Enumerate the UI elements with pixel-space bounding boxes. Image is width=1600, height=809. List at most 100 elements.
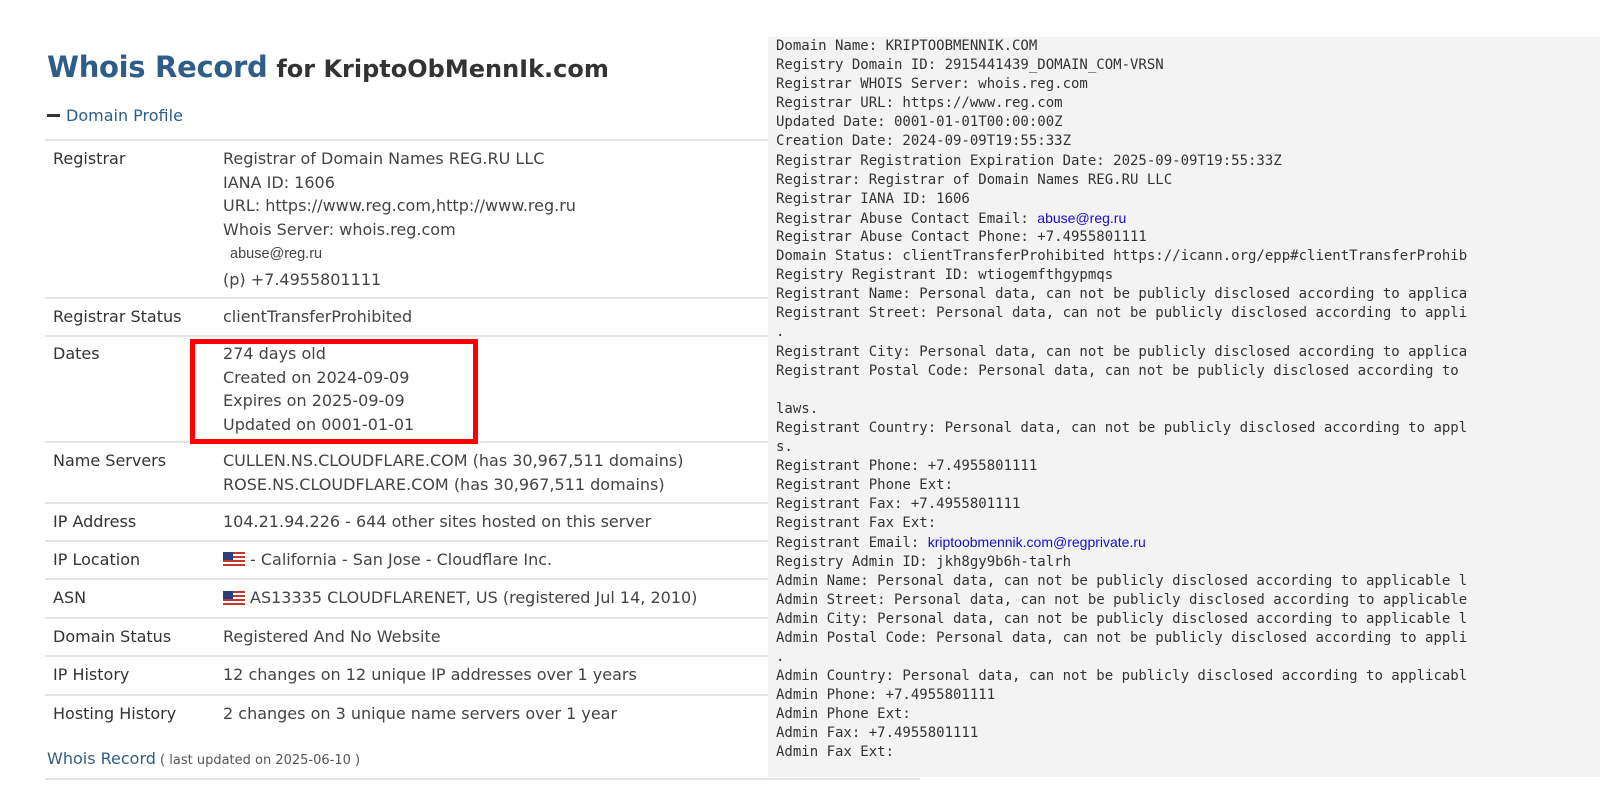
raw-whois-line-text: Registrant Postal Code: Personal data, c… bbox=[776, 362, 1459, 379]
whois-record-link[interactable]: Whois Record bbox=[47, 749, 156, 768]
ip-location-text: - California - San Jose - Cloudflare Inc… bbox=[250, 549, 553, 569]
last-updated-note: ( last updated on 2025-06-10 ) bbox=[155, 753, 361, 768]
raw-whois-line: Admin Country: Personal data, can not be… bbox=[776, 667, 1600, 686]
raw-whois-line: Registrant Fax: +7.4955801111 bbox=[776, 495, 1600, 514]
raw-whois-line: Admin Street: Personal data, can not be … bbox=[776, 591, 1600, 610]
raw-whois-line-text: Registrar Registration Expiration Date: … bbox=[776, 152, 1282, 169]
raw-whois-line: . bbox=[776, 323, 1600, 342]
raw-whois-line-text: Admin Fax: +7.4955801111 bbox=[776, 725, 979, 742]
raw-whois-line-text: Registry Registrant ID: wtiogemfthgypmqs bbox=[776, 267, 1114, 284]
raw-whois-line: Registry Domain ID: 2915441439_DOMAIN_CO… bbox=[776, 56, 1600, 75]
raw-whois-line: Admin Phone: +7.4955801111 bbox=[776, 686, 1600, 705]
page-title-domain: for KriptoObMennIk.com bbox=[276, 55, 609, 83]
raw-whois-line-text: Registrar Abuse Contact Email: bbox=[776, 210, 1038, 227]
name-server-2: ROSE.NS.CLOUDFLARE.COM (has 30,967,511 d… bbox=[223, 474, 665, 494]
flag-icon bbox=[223, 552, 245, 567]
row-value: Registered And No Website bbox=[223, 626, 441, 646]
row-registrar-status: Registrar Status clientTransferProhibite… bbox=[45, 299, 770, 337]
row-label: IP Address bbox=[53, 512, 137, 531]
raw-whois-line: Registrant Postal Code: Personal data, c… bbox=[776, 362, 1600, 381]
page-title: Whois Record for KriptoObMennIk.com bbox=[47, 48, 609, 85]
raw-whois-line: Registrar: Registrar of Domain Names REG… bbox=[776, 171, 1600, 190]
asn-text: AS13335 CLOUDFLARENET, US (registered Ju… bbox=[250, 588, 698, 607]
registrar-abuse-email: abuse@reg.ru bbox=[230, 246, 323, 262]
raw-whois-line: Registrant City: Personal data, can not … bbox=[776, 343, 1600, 362]
raw-whois-line: Admin Postal Code: Personal data, can no… bbox=[776, 629, 1600, 648]
raw-whois-line-text: Domain Status: clientTransferProhibited … bbox=[776, 248, 1468, 265]
row-value: 2 changes on 3 unique name servers over … bbox=[223, 703, 618, 723]
raw-whois-line bbox=[776, 381, 1600, 400]
row-label: IP History bbox=[53, 665, 130, 684]
raw-whois-line-text: Registrant Fax Ext: bbox=[776, 515, 937, 532]
page-title-main: Whois Record bbox=[47, 50, 268, 84]
raw-whois-line: Registry Registrant ID: wtiogemfthgypmqs bbox=[776, 266, 1600, 285]
raw-whois-line: Registrant Street: Personal data, can no… bbox=[776, 304, 1600, 323]
row-value: Registrar of Domain Names REG.RU LLC IAN… bbox=[223, 147, 770, 292]
row-label: Name Servers bbox=[53, 451, 167, 470]
raw-whois-line-text: Registrant Phone Ext: bbox=[776, 477, 954, 494]
raw-whois-line-text: s. bbox=[776, 438, 793, 455]
raw-whois-line: Admin Phone Ext: bbox=[776, 705, 1600, 724]
raw-whois-line-text: laws. bbox=[776, 400, 819, 417]
raw-whois-line-text: Admin Phone Ext: bbox=[776, 706, 911, 723]
raw-whois-line-text: Admin Phone: +7.4955801111 bbox=[776, 687, 996, 704]
row-label: Hosting History bbox=[53, 703, 177, 723]
raw-whois-line: s. bbox=[776, 438, 1600, 457]
raw-whois-line-text: Updated Date: 0001-01-01T00:00:00Z bbox=[776, 114, 1063, 131]
raw-whois-line-text: . bbox=[776, 324, 785, 341]
raw-whois-line: Registrar WHOIS Server: whois.reg.com bbox=[776, 75, 1600, 94]
raw-whois-line: Creation Date: 2024-09-09T19:55:33Z bbox=[776, 132, 1600, 151]
row-name-servers: Name Servers CULLEN.NS.CLOUDFLARE.COM (h… bbox=[45, 443, 770, 504]
raw-whois-line-text: Domain Name: KRIPTOOBMENNIK.COM bbox=[776, 38, 1038, 54]
raw-whois-line-text: Registrant Email: bbox=[776, 535, 928, 552]
raw-whois-line: Updated Date: 0001-01-01T00:00:00Z bbox=[776, 113, 1600, 132]
raw-whois-line-text: Admin Fax Ext: bbox=[776, 744, 895, 761]
raw-whois-line: Registrar Registration Expiration Date: … bbox=[776, 152, 1600, 171]
raw-whois-line: Registrar Abuse Contact Phone: +7.495580… bbox=[776, 228, 1600, 247]
raw-whois-line-text: Creation Date: 2024-09-09T19:55:33Z bbox=[776, 133, 1072, 150]
raw-whois-line: Registrant Email: kriptoobmennik.com@reg… bbox=[776, 533, 1600, 552]
domain-profile-panel: Whois Record for KriptoObMennIk.com Doma… bbox=[0, 0, 770, 809]
raw-whois-line: Admin City: Personal data, can not be pu… bbox=[776, 610, 1600, 629]
raw-whois-line-text: Admin Country: Personal data, can not be… bbox=[776, 668, 1468, 685]
row-label: Domain Status bbox=[53, 626, 172, 646]
raw-whois-line-text: Registrant Name: Personal data, can not … bbox=[776, 286, 1468, 303]
raw-whois-line: Registrant Phone Ext: bbox=[776, 476, 1600, 495]
row-ip-history: IP History 12 changes on 12 unique IP ad… bbox=[45, 657, 770, 696]
raw-whois-line: Admin Name: Personal data, can not be pu… bbox=[776, 572, 1600, 591]
raw-whois-line-text: Registrar URL: https://www.reg.com bbox=[776, 95, 1063, 112]
raw-whois-line-text: Registrar: Registrar of Domain Names REG… bbox=[776, 171, 1173, 188]
email-link[interactable]: abuse@reg.ru bbox=[1037, 210, 1126, 226]
registrar-whois-server: Whois Server: whois.reg.com bbox=[223, 219, 456, 239]
domain-profile-toggle[interactable]: Domain Profile bbox=[47, 106, 183, 125]
row-label: ASN bbox=[53, 588, 87, 607]
row-registrar: Registrar Registrar of Domain Names REG.… bbox=[45, 141, 770, 299]
raw-whois-line-text: Registrant Street: Personal data, can no… bbox=[776, 305, 1468, 322]
raw-whois-line-text: Registry Admin ID: jkh8gy9b6h-talrh bbox=[776, 553, 1072, 570]
raw-whois-line: Registrar URL: https://www.reg.com bbox=[776, 94, 1600, 113]
raw-whois-line-text: Registrant Country: Personal data, can n… bbox=[776, 419, 1468, 436]
raw-whois-line-text: Registrant Phone: +7.4955801111 bbox=[776, 458, 1038, 475]
raw-whois-line: Registrar Abuse Contact Email: abuse@reg… bbox=[776, 209, 1600, 228]
minus-icon[interactable] bbox=[47, 114, 60, 117]
raw-whois-line-text: Registrar Abuse Contact Phone: +7.495580… bbox=[776, 228, 1147, 245]
raw-whois-line-text: Admin Name: Personal data, can not be pu… bbox=[776, 572, 1468, 589]
raw-whois-line: Admin Fax: +7.4955801111 bbox=[776, 724, 1600, 743]
raw-whois-line-text: Admin Postal Code: Personal data, can no… bbox=[776, 629, 1468, 646]
row-ip-location: IP Location - California - San Jose - Cl… bbox=[45, 542, 770, 580]
row-asn: ASN AS13335 CLOUDFLARENET, US (registere… bbox=[45, 580, 770, 619]
raw-whois-line: Registrar IANA ID: 1606 bbox=[776, 190, 1600, 209]
whois-record-footer: Whois Record ( last updated on 2025-06-1… bbox=[47, 749, 360, 768]
dates-highlight-box bbox=[190, 339, 478, 444]
raw-whois-line-text: . bbox=[776, 649, 785, 665]
raw-whois-line: Domain Status: clientTransferProhibited … bbox=[776, 247, 1600, 266]
email-link[interactable]: kriptoobmennik.com@regprivate.ru bbox=[928, 534, 1146, 550]
row-domain-status: Domain Status Registered And No Website bbox=[45, 619, 770, 657]
raw-whois-line-text: Registrar WHOIS Server: whois.reg.com bbox=[776, 76, 1088, 93]
domain-profile-label[interactable]: Domain Profile bbox=[66, 106, 183, 125]
raw-whois-line-text: Admin City: Personal data, can not be pu… bbox=[776, 610, 1468, 627]
raw-whois-line: Domain Name: KRIPTOOBMENNIK.COM bbox=[776, 37, 1600, 56]
raw-whois-line: Registry Admin ID: jkh8gy9b6h-talrh bbox=[776, 553, 1600, 572]
raw-whois-line: Admin Fax Ext: bbox=[776, 743, 1600, 762]
name-server-1: CULLEN.NS.CLOUDFLARE.COM (has 30,967,511… bbox=[223, 451, 684, 470]
